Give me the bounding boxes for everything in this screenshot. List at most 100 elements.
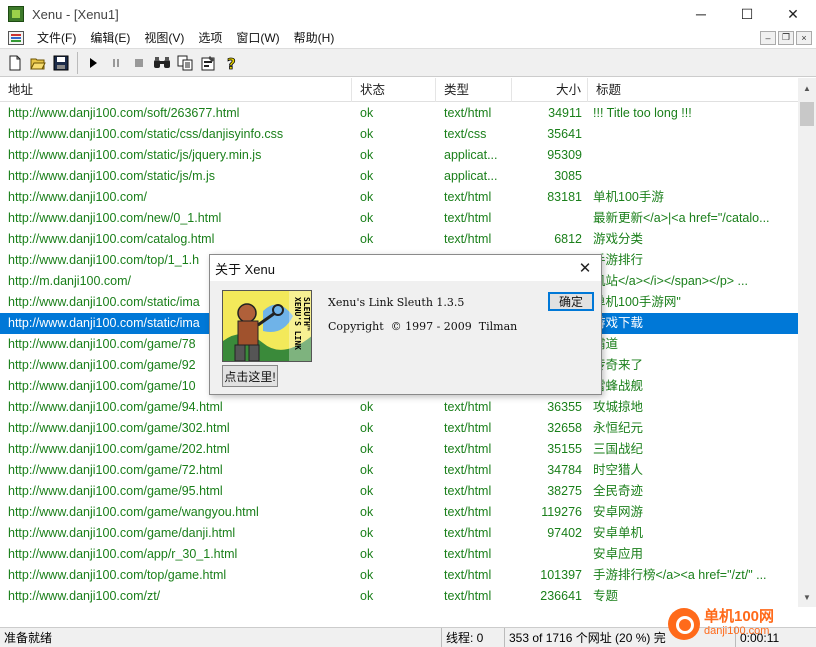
cell-status: ok [360, 127, 374, 141]
click-here-button[interactable]: 点击这里! [222, 365, 278, 387]
table-row[interactable]: http://www.danji100.com/app/r_30_1.html o… [0, 544, 798, 565]
column-header-title[interactable]: 标题 [588, 78, 798, 102]
cell-size: 97402 [547, 526, 582, 540]
cell-status: ok [360, 148, 374, 162]
table-row[interactable]: http://www.danji100.com/soft/263677.html… [0, 103, 798, 124]
window-controls: ─ ☐ ✕ [678, 0, 816, 28]
scroll-up-arrow-icon[interactable]: ▲ [798, 80, 816, 96]
save-icon[interactable] [50, 52, 72, 74]
cell-status: ok [360, 400, 374, 414]
cell-url: http://www.danji100.com/game/94.html [8, 400, 223, 414]
xenu-app-icon[interactable] [8, 6, 24, 22]
cell-status: ok [360, 589, 374, 603]
dialog-title: 关于 Xenu [215, 261, 275, 277]
cell-size: 34784 [547, 463, 582, 477]
cell-url: http://www.danji100.com/game/danji.html [8, 526, 236, 540]
copy-icon[interactable] [174, 52, 196, 74]
cell-title: !!! Title too long !!! [593, 106, 692, 120]
mdi-restore-button[interactable]: ❐ [778, 30, 794, 45]
cell-type: text/html [444, 505, 492, 519]
cell-type: text/html [444, 442, 492, 456]
table-row[interactable]: http://www.danji100.com/game/danji.html o… [0, 523, 798, 544]
xenu-logo[interactable]: XENU'S LINK SLEUTH™ [222, 290, 312, 362]
watermark-sub-text: danji100.com [704, 625, 770, 637]
mdi-close-button[interactable]: × [796, 30, 812, 45]
table-row[interactable]: http://www.danji100.com/top/game.html ok t… [0, 565, 798, 586]
toolbar: ? [0, 48, 816, 77]
table-row[interactable]: http://www.danji100.com/catalog.html ok te… [0, 229, 798, 250]
mdi-minimize-button[interactable]: – [760, 30, 776, 45]
cell-type: text/html [444, 547, 492, 561]
properties-icon[interactable] [197, 52, 219, 74]
cell-size: 101397 [540, 568, 582, 582]
new-icon[interactable] [4, 52, 26, 74]
cell-url: http://www.danji100.com/static/js/m.js [8, 169, 216, 183]
menu-options[interactable]: 选项 [191, 29, 229, 46]
cell-size: 6812 [554, 232, 582, 246]
cell-type: text/html [444, 568, 492, 582]
menu-file[interactable]: 文件(F) [30, 29, 83, 46]
cell-title: 游戏下载 [593, 316, 644, 330]
cell-status: ok [360, 169, 374, 183]
cell-title: 三国战纪 [593, 442, 644, 456]
vertical-scrollbar[interactable]: ▲ ▼ [798, 78, 816, 607]
cell-title: 攻城掠地 [593, 400, 644, 414]
column-header-status[interactable]: 状态 [352, 78, 436, 102]
cell-title [593, 166, 798, 187]
pause-icon[interactable] [105, 52, 127, 74]
table-row[interactable]: http://www.danji100.com/game/wangyou.htm… [0, 502, 798, 523]
cell-type: applicat... [444, 148, 498, 162]
cell-status: ok [360, 232, 374, 246]
close-button[interactable]: ✕ [770, 0, 816, 28]
help-icon[interactable]: ? [220, 52, 242, 74]
menu-window[interactable]: 窗口(W) [229, 29, 286, 46]
document-icon[interactable] [8, 30, 24, 45]
dialog-close-button[interactable]: ✕ [575, 258, 595, 278]
cell-type: text/html [444, 526, 492, 540]
minimize-button[interactable]: ─ [678, 0, 724, 28]
ok-button[interactable]: 确定 [548, 292, 594, 311]
cell-url: http://www.danji100.com/game/302.html [8, 421, 230, 435]
cell-size: 35641 [547, 127, 582, 141]
table-row[interactable]: http://www.danji100.com/game/72.html ok te… [0, 460, 798, 481]
menu-view[interactable]: 视图(V) [137, 29, 191, 46]
vertical-scroll-thumb[interactable] [800, 102, 814, 126]
mdi-controls: – ❐ × [760, 28, 812, 47]
svg-text:SLEUTH™: SLEUTH™ [302, 297, 311, 331]
table-row[interactable]: http://www.danji100.com/static/js/m.js ok… [0, 166, 798, 187]
cell-url: http://www.danji100.com/game/95.html [8, 484, 223, 498]
table-row[interactable]: http://www.danji100.com/game/95.html ok te… [0, 481, 798, 502]
cell-url: http://www.danji100.com/ [8, 190, 147, 204]
svg-text:XENU'S LINK: XENU'S LINK [293, 297, 302, 350]
cell-size: 34911 [548, 106, 582, 120]
menu-help[interactable]: 帮助(H) [287, 29, 342, 46]
dialog-copyright: Copyright © 1997 - 2009 Tilman [328, 320, 518, 333]
open-icon[interactable] [27, 52, 49, 74]
status-progress: 353 of 1716 个网址 (20 %) 完 [504, 628, 694, 647]
table-row[interactable]: http://www.danji100.com/game/302.html ok t… [0, 418, 798, 439]
scroll-down-arrow-icon[interactable]: ▼ [798, 589, 816, 605]
cell-status: ok [360, 505, 374, 519]
find-icon[interactable] [151, 52, 173, 74]
cell-title: 雷蜂战舰 [593, 379, 644, 393]
column-header-size[interactable]: 大小 [512, 78, 588, 102]
maximize-button[interactable]: ☐ [724, 0, 770, 28]
cell-title: 机站</a></i></span></p> ... [593, 274, 748, 288]
play-icon[interactable] [82, 52, 104, 74]
stop-icon[interactable] [128, 52, 150, 74]
cell-size: 119276 [541, 505, 582, 519]
table-row[interactable]: http://www.danji100.com/static/css/danji… [0, 124, 798, 145]
column-header-url[interactable]: 地址 [0, 78, 352, 102]
column-header-type[interactable]: 类型 [436, 78, 512, 102]
table-row[interactable]: http://www.danji100.com/ok text/html 83181… [0, 187, 798, 208]
dialog-body: XENU'S LINK SLEUTH™ 点击这里! Xenu's Link Sl… [210, 281, 601, 395]
table-row[interactable]: http://www.danji100.com/static/js/jquery… [0, 145, 798, 166]
cell-url: http://www.danji100.com/top/game.html [8, 568, 227, 582]
svg-text:?: ? [227, 55, 236, 71]
table-row[interactable]: http://www.danji100.com/game/94.html ok te… [0, 397, 798, 418]
table-row[interactable]: http://www.danji100.com/new/0_1.html ok te… [0, 208, 798, 229]
site-watermark: 单机100网 danji100.com [668, 604, 816, 644]
menu-edit[interactable]: 编辑(E) [83, 29, 137, 46]
table-row[interactable]: http://www.danji100.com/game/202.html ok t… [0, 439, 798, 460]
cell-title: 永恒纪元 [593, 421, 644, 435]
